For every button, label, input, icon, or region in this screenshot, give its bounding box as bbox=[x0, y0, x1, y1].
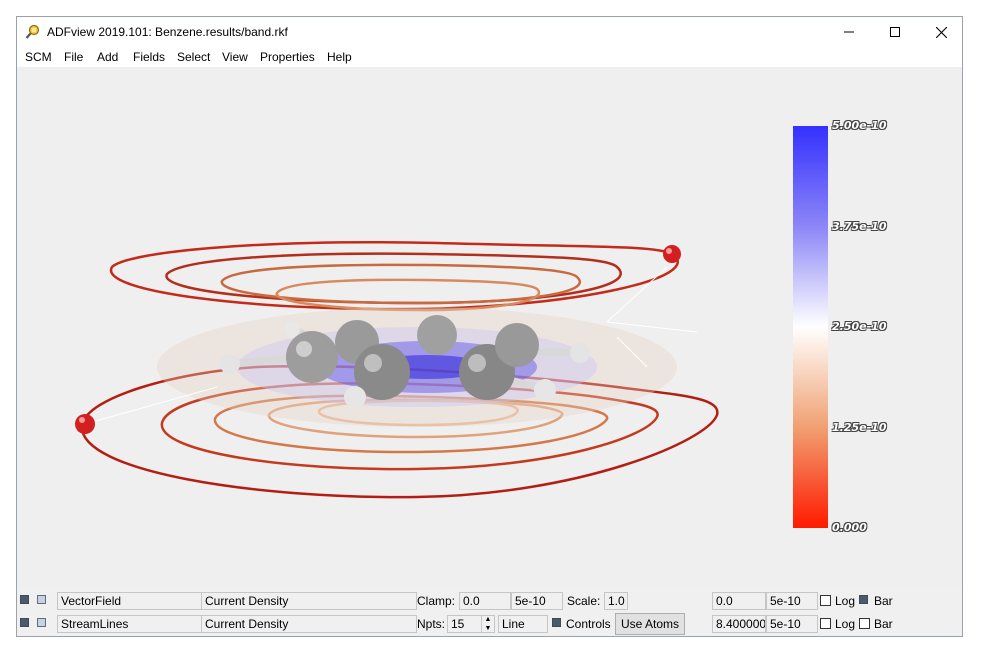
controls-checkbox[interactable] bbox=[552, 618, 561, 627]
bar-label: Bar bbox=[874, 594, 893, 608]
spin-up-icon[interactable]: ▲ bbox=[485, 615, 492, 624]
log-checkbox[interactable] bbox=[820, 618, 831, 629]
scale-label: Scale: bbox=[567, 594, 601, 608]
clamp-min-input[interactable]: 0.0 bbox=[459, 592, 511, 610]
bar-label: Bar bbox=[874, 617, 893, 631]
range-min-input[interactable]: 0.0 bbox=[712, 592, 766, 610]
visibility-toggle[interactable] bbox=[20, 595, 29, 604]
bar-checkbox[interactable] bbox=[859, 618, 870, 629]
minimize-button[interactable] bbox=[826, 17, 872, 47]
range-min-input[interactable]: 8.400000 bbox=[712, 615, 766, 633]
controls-label: Controls bbox=[566, 617, 611, 631]
use-atoms-button[interactable]: Use Atoms bbox=[615, 613, 685, 635]
close-button[interactable] bbox=[918, 17, 962, 47]
npts-label: Npts: bbox=[417, 617, 446, 631]
range-max-input[interactable]: 5e-10 bbox=[766, 592, 818, 610]
clamp-label: Clamp: bbox=[417, 594, 456, 608]
magnifier-app-icon bbox=[25, 24, 41, 40]
log-label: Log bbox=[835, 594, 856, 608]
clamp-max-input[interactable]: 5e-10 bbox=[511, 592, 563, 610]
select-toggle[interactable] bbox=[37, 595, 46, 604]
field-type-selector[interactable]: StreamLines bbox=[57, 615, 203, 633]
field-source-selector[interactable]: Current Density bbox=[201, 615, 417, 633]
menu-add[interactable]: Add bbox=[97, 50, 118, 64]
select-toggle[interactable] bbox=[37, 618, 46, 627]
fields-panel: VectorField Current Density Clamp: 0.0 5… bbox=[17, 589, 962, 636]
field-row-vectorfield: VectorField Current Density Clamp: 0.0 5… bbox=[17, 590, 962, 612]
field-type-selector[interactable]: VectorField bbox=[57, 592, 203, 610]
colorbar-label-upper: 3.75e-10 bbox=[832, 220, 887, 233]
menu-scm[interactable]: SCM bbox=[25, 50, 52, 64]
menu-properties[interactable]: Properties bbox=[260, 50, 315, 64]
field-row-streamlines: StreamLines Current Density Npts: 15 ▲ ▼… bbox=[17, 613, 962, 635]
bar-checkbox[interactable] bbox=[859, 595, 868, 604]
window-title: ADFview 2019.101: Benzene.results/band.r… bbox=[47, 25, 288, 39]
maximize-button[interactable] bbox=[872, 17, 918, 47]
colorbar-label-mid: 2.50e-10 bbox=[832, 320, 887, 333]
colorbar-label-min: 0.000 bbox=[832, 521, 867, 534]
menu-file[interactable]: File bbox=[64, 50, 83, 64]
visibility-toggle[interactable] bbox=[20, 618, 29, 627]
range-max-input[interactable]: 5e-10 bbox=[766, 615, 818, 633]
colorbar-label-lower: 1.25e-10 bbox=[832, 421, 887, 434]
log-checkbox[interactable] bbox=[820, 595, 831, 606]
color-scale-bar bbox=[793, 126, 828, 528]
close-icon bbox=[935, 26, 947, 38]
menu-help[interactable]: Help bbox=[327, 50, 352, 64]
scale-input[interactable]: 1.0 bbox=[604, 592, 628, 610]
minimize-icon bbox=[844, 31, 854, 33]
menu-fields[interactable]: Fields bbox=[133, 50, 165, 64]
menu-view[interactable]: View bbox=[222, 50, 248, 64]
3d-viewport[interactable]: 5.00e-10 3.75e-10 2.50e-10 1.25e-10 0.00… bbox=[17, 67, 962, 589]
line-style-selector[interactable]: Line bbox=[498, 615, 548, 633]
log-label: Log bbox=[835, 617, 856, 631]
app-window: ADFview 2019.101: Benzene.results/band.r… bbox=[16, 16, 963, 637]
field-source-selector[interactable]: Current Density bbox=[201, 592, 417, 610]
menu-select[interactable]: Select bbox=[177, 50, 210, 64]
spin-down-icon[interactable]: ▼ bbox=[485, 624, 492, 633]
npts-spin-arrows[interactable]: ▲ ▼ bbox=[481, 615, 494, 633]
menu-bar: SCM File Add Fields Select View Properti… bbox=[17, 47, 962, 67]
maximize-icon bbox=[890, 27, 900, 37]
title-bar: ADFview 2019.101: Benzene.results/band.r… bbox=[17, 17, 962, 47]
colorbar-label-max: 5.00e-10 bbox=[832, 119, 887, 132]
